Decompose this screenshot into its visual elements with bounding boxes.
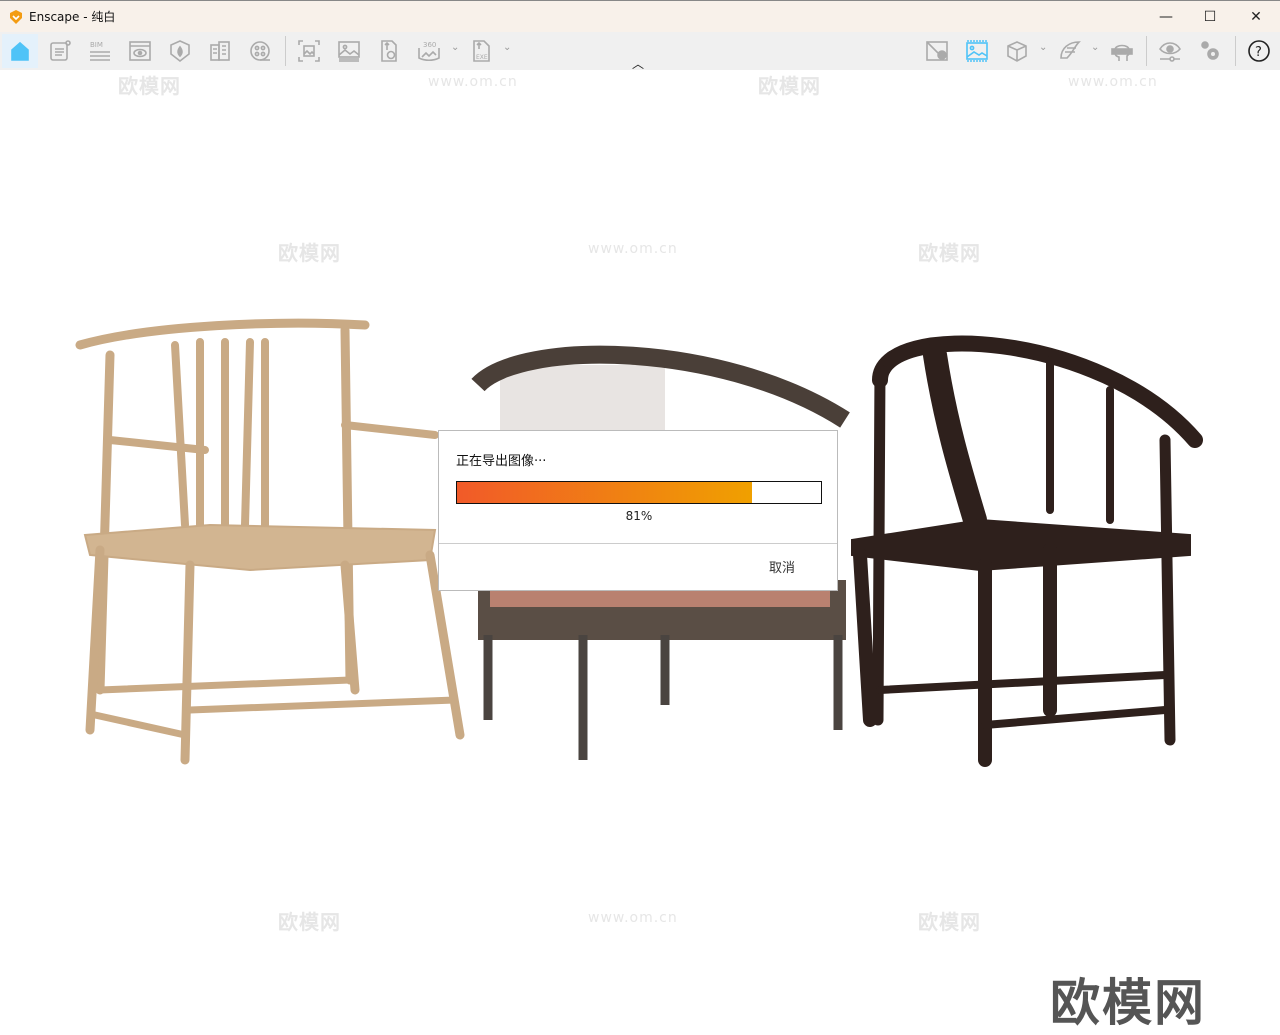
visual-settings-icon <box>1159 42 1181 62</box>
video-editor-button[interactable] <box>242 34 278 68</box>
help-button[interactable]: ? <box>1241 34 1277 68</box>
cube-icon <box>1007 41 1027 62</box>
progress-percent: 81% <box>625 509 653 523</box>
home-icon <box>11 41 29 61</box>
vr-button[interactable] <box>1104 34 1140 68</box>
export-progress-bar <box>456 481 822 504</box>
cube-button[interactable] <box>999 34 1035 68</box>
document-button[interactable] <box>42 34 78 68</box>
wings-dropdown-chevron-icon[interactable]: ⌄ <box>1091 42 1099 53</box>
file-upload-icon <box>381 40 397 62</box>
cancel-button[interactable]: 取消 <box>769 557 795 576</box>
toolbar-separator <box>1235 36 1236 66</box>
progress-fill <box>457 482 752 503</box>
brand-logo: 欧模网 <box>1050 974 1206 1032</box>
screenshot-icon <box>298 40 320 62</box>
dialog-divider <box>439 543 837 544</box>
cube-dropdown-chevron-icon[interactable]: ⌄ <box>1039 42 1047 53</box>
toolbar-separator <box>285 36 286 66</box>
asset-library-button[interactable] <box>162 34 198 68</box>
upload-button[interactable] <box>371 34 407 68</box>
buildings-icon <box>210 41 230 61</box>
document-icon <box>50 40 71 61</box>
render-image-button[interactable] <box>331 34 367 68</box>
home-button[interactable] <box>2 34 38 68</box>
window-title: Enscape - 纯白 <box>29 10 116 24</box>
map-pin-icon <box>926 41 948 61</box>
title-bar: Enscape - 纯白 — ☐ ✕ <box>0 0 1280 32</box>
maximize-button[interactable]: ☐ <box>1187 1 1233 32</box>
image-render-button[interactable] <box>959 34 995 68</box>
image-icon <box>338 41 360 62</box>
panorama-button[interactable]: 360 <box>411 34 447 68</box>
help-icon: ? <box>1248 40 1270 62</box>
screenshot-button[interactable] <box>291 34 327 68</box>
bim-button[interactable]: BIM <box>82 34 118 68</box>
vr-headset-icon <box>1111 44 1133 61</box>
light-wood-chair <box>75 318 465 765</box>
view-window-button[interactable] <box>122 34 158 68</box>
map-button[interactable] <box>919 34 955 68</box>
dialog-title: 正在导出图像··· <box>456 454 547 469</box>
svg-text:EXE: EXE <box>476 54 488 61</box>
image-render-icon <box>966 40 988 62</box>
wings-button[interactable] <box>1052 34 1088 68</box>
exe-export-button[interactable]: EXE <box>464 34 500 68</box>
export-progress-dialog: 正在导出图像··· 81% 取消 <box>438 430 838 591</box>
bim-icon: BIM <box>90 41 110 61</box>
exe-dropdown-chevron-icon[interactable]: ⌄ <box>503 42 511 53</box>
panorama-360-icon: 360 <box>418 41 440 62</box>
exe-export-icon: EXE <box>473 40 490 62</box>
svg-text:?: ? <box>1255 45 1262 60</box>
toolbar-separator <box>1146 36 1147 66</box>
visual-settings-button[interactable] <box>1152 34 1188 68</box>
minimize-button[interactable]: — <box>1143 1 1189 32</box>
dark-wood-chair <box>851 335 1203 767</box>
svg-text:BIM: BIM <box>90 41 103 49</box>
view-window-icon <box>129 41 151 61</box>
shield-icon <box>170 40 190 63</box>
enscape-logo-icon <box>10 9 22 24</box>
buildings-button[interactable] <box>202 34 238 68</box>
svg-text:360: 360 <box>423 41 436 49</box>
wings-icon <box>1060 41 1081 59</box>
close-button[interactable]: ✕ <box>1233 1 1279 32</box>
panorama-dropdown-chevron-icon[interactable]: ⌄ <box>451 42 459 53</box>
film-reel-icon <box>250 41 270 61</box>
settings-icon <box>1201 41 1219 60</box>
settings-button[interactable] <box>1192 34 1228 68</box>
